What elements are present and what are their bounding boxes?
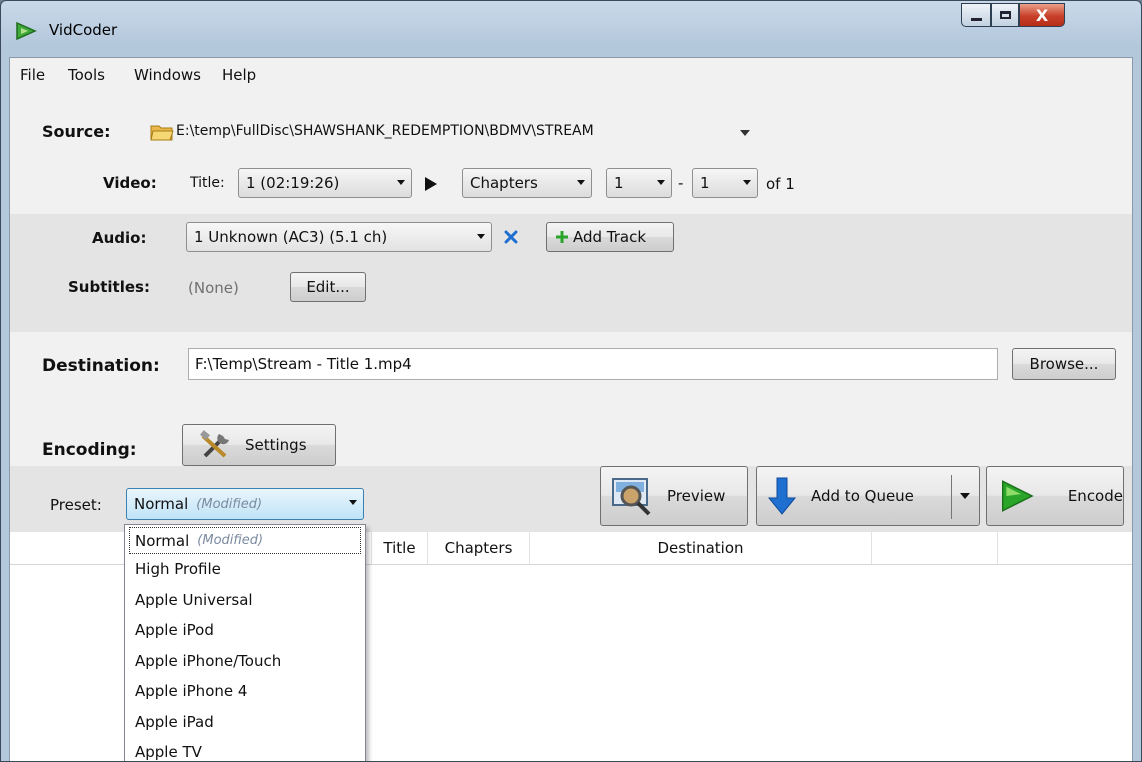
close-icon: X [1035,5,1049,25]
destination-value: F:\Temp\Stream - Title 1.mp4 [195,355,412,373]
preset-option-modified: (Modified) [197,533,264,548]
range-type-select[interactable]: Chapters [462,168,592,198]
encoding-label: Encoding: [42,440,137,460]
preset-band: Preset: Normal (Modified) Preview Add to… [10,466,1132,532]
chapter-count: of 1 [766,175,795,193]
chapter-start-value: 1 [614,174,624,192]
encode-label: Encode [1067,487,1123,505]
add-to-queue-button[interactable]: Add to Queue [756,466,980,526]
app-window: VidCoder X File Tools Windows Help Sourc… [0,0,1142,762]
tools-icon [200,430,229,458]
preset-option[interactable]: High Profile [125,554,365,585]
source-band: Source: E:\temp\FullDisc\SHAWSHANK_REDEM… [10,98,1132,214]
preset-label: Preset: [50,496,102,514]
menu-file[interactable]: File [20,66,45,84]
source-dropdown-arrow[interactable] [740,130,750,136]
column-header-title[interactable]: Title [372,532,428,564]
encode-play-icon [1001,480,1034,512]
menu-help[interactable]: Help [222,66,256,84]
maximize-icon [999,11,1011,19]
minimize-icon [970,17,982,21]
maximize-button[interactable] [991,3,1019,27]
add-to-queue-label: Add to Queue [811,487,914,505]
down-arrow-icon [767,477,797,515]
window-title: VidCoder [49,21,118,39]
range-type-value: Chapters [470,174,538,192]
title-label: Title: [190,175,225,191]
subtitles-value: (None) [188,279,239,297]
preset-select[interactable]: Normal (Modified) [126,488,364,520]
title-select[interactable]: 1 (02:19:26) [238,168,412,198]
preview-magnifier-icon [612,478,651,516]
preset-option[interactable]: Apple iPhone 4 [125,676,365,707]
vidcoder-app-icon [16,21,37,41]
client-area: File Tools Windows Help Source: E:\temp\… [9,57,1133,761]
column-header-extra[interactable] [872,532,998,564]
plus-icon [556,231,568,243]
audio-track-value: 1 Unknown (AC3) (5.1 ch) [194,228,388,246]
preview-button[interactable]: Preview [600,466,748,526]
subtitles-edit-button[interactable]: Edit... [290,272,366,302]
audio-track-select[interactable]: 1 Unknown (AC3) (5.1 ch) [186,222,492,252]
remove-x-icon[interactable] [504,230,518,244]
preset-option-normal[interactable]: Normal (Modified) [129,527,361,554]
chapter-start-select[interactable]: 1 [606,168,672,198]
menu-bar: File Tools Windows Help [10,58,1132,98]
video-label: Video: [103,174,157,192]
column-header-destination[interactable]: Destination [530,532,872,564]
add-to-queue-dropdown-arrow[interactable] [960,493,970,499]
encode-button[interactable]: Encode [986,466,1124,526]
browse-button[interactable]: Browse... [1012,348,1116,380]
preset-dropdown-list: Normal (Modified) High Profile Apple Univ… [124,524,366,761]
close-button[interactable]: X [1019,3,1065,27]
title-bar[interactable]: VidCoder X [1,1,1141,57]
add-track-label: Add Track [573,228,647,246]
audio-label: Audio: [92,229,147,247]
menu-tools[interactable]: Tools [68,66,105,84]
source-label: Source: [42,122,111,141]
browse-label: Browse... [1029,355,1099,373]
add-track-button[interactable]: Add Track [546,222,674,252]
destination-band: Destination: F:\Temp\Stream - Title 1.mp… [10,332,1132,416]
subtitles-label: Subtitles: [68,278,150,296]
menu-windows[interactable]: Windows [134,66,201,84]
range-dash: - [678,174,684,192]
play-triangle-icon [425,177,437,191]
destination-field[interactable]: F:\Temp\Stream - Title 1.mp4 [188,348,998,380]
settings-label: Settings [245,436,307,454]
encoding-band: Encoding: Settings [10,416,1132,466]
title-select-value: 1 (02:19:26) [246,174,340,192]
minimize-button[interactable] [961,3,991,27]
preview-label: Preview [667,487,726,505]
chapter-end-value: 1 [700,174,710,192]
settings-button[interactable]: Settings [182,424,336,466]
preset-value: Normal [134,495,189,513]
audio-band: Audio: 1 Unknown (AC3) (5.1 ch) Add Trac… [10,214,1132,332]
preset-option[interactable]: Apple TV [125,737,365,761]
chapter-end-select[interactable]: 1 [692,168,758,198]
preset-option[interactable]: Apple Universal [125,585,365,616]
subtitles-edit-label: Edit... [306,278,350,296]
folder-icon [150,125,174,141]
preset-modified: (Modified) [196,496,263,512]
source-path[interactable]: E:\temp\FullDisc\SHAWSHANK_REDEMPTION\BD… [176,123,594,139]
destination-label: Destination: [42,356,160,376]
preset-option[interactable]: Apple iPad [125,707,365,738]
column-header-chapters[interactable]: Chapters [428,532,530,564]
preset-option[interactable]: Apple iPhone/Touch [125,646,365,677]
preset-option[interactable]: Apple iPod [125,615,365,646]
